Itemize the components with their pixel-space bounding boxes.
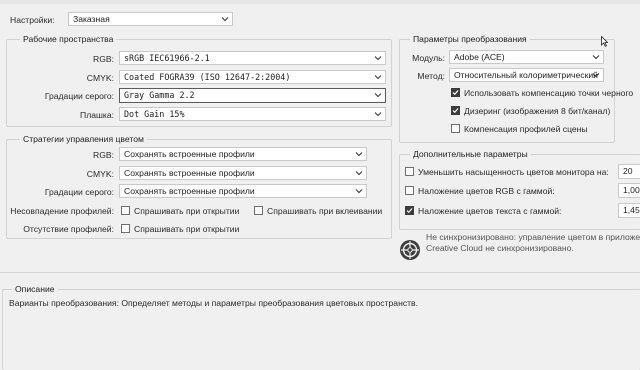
ws-cmyk-value: Coated FOGRA39 (ISO 12647-2:2004) bbox=[124, 72, 291, 82]
pol-cmyk-label: CMYK: bbox=[86, 169, 114, 179]
engine-label: Модуль: bbox=[412, 53, 445, 63]
pol-rgb-value: Сохранять встроенные профили bbox=[124, 149, 255, 159]
desat-checkbox[interactable] bbox=[405, 167, 414, 176]
pol-cmyk-select[interactable]: Сохранять встроенные профили bbox=[119, 166, 367, 180]
chevron-down-icon bbox=[592, 71, 600, 79]
blend-rgb-checkbox[interactable] bbox=[405, 186, 414, 195]
pol-rgb-label: RGB: bbox=[92, 150, 114, 160]
missing-open-label: Спрашивать при открытии bbox=[134, 224, 240, 234]
engine-value: Adobe (ACE) bbox=[454, 52, 505, 62]
chevron-down-icon bbox=[592, 53, 600, 61]
ws-gray-label: Градации серого: bbox=[44, 91, 114, 101]
ws-gray-select[interactable]: Gray Gamma 2.2 bbox=[119, 88, 386, 103]
ws-rgb-value: sRGB IEC61966-2.1 bbox=[124, 53, 210, 63]
chevron-down-icon bbox=[355, 169, 363, 177]
policies-title: Стратегии управления цветом bbox=[20, 134, 147, 144]
description-text: Варианты преобразования: Определяет мето… bbox=[9, 298, 419, 308]
mismatch-label: Несовпадение профилей: bbox=[10, 206, 114, 216]
scene-label: Компенсация профилей сцены bbox=[464, 124, 588, 134]
ws-spot-select[interactable]: Dot Gain 15% bbox=[119, 107, 386, 121]
conversion-title: Параметры преобразования bbox=[410, 34, 530, 44]
bpc-checkbox[interactable] bbox=[451, 88, 460, 97]
desat-input[interactable]: 20 bbox=[618, 164, 640, 179]
mismatch-open-label: Спрашивать при открытии bbox=[134, 206, 240, 216]
pol-cmyk-value: Сохранять встроенные профили bbox=[124, 168, 255, 178]
ws-rgb-label: RGB: bbox=[92, 54, 114, 64]
intent-label: Метод: bbox=[417, 71, 445, 81]
pol-gray-value: Сохранять встроенные профили bbox=[124, 186, 255, 196]
ws-cmyk-label: CMYK: bbox=[86, 73, 114, 83]
mismatch-open-checkbox[interactable] bbox=[121, 206, 130, 215]
intent-select[interactable]: Относительный колориметрический bbox=[449, 68, 604, 82]
chevron-down-icon bbox=[374, 110, 382, 118]
dither-label: Дизеринг (изображения 8 бит/канал) bbox=[464, 106, 611, 116]
sync-status-line2: Creative Cloud не синхронизировано. bbox=[426, 243, 574, 253]
pol-rgb-select[interactable]: Сохранять встроенные профили bbox=[119, 147, 367, 161]
chevron-down-icon bbox=[374, 54, 382, 62]
blend-text-input[interactable]: 1,45 bbox=[618, 203, 640, 218]
mouse-cursor-icon bbox=[601, 35, 609, 49]
scene-checkbox[interactable] bbox=[451, 124, 460, 133]
sync-status-line1: Не синхронизировано: управление цветом в… bbox=[426, 232, 640, 242]
settings-label: Настройки: bbox=[10, 15, 55, 25]
chevron-down-icon bbox=[355, 187, 363, 195]
pol-gray-select[interactable]: Сохранять встроенные профили bbox=[119, 184, 367, 198]
divider bbox=[0, 272, 640, 273]
missing-open-checkbox[interactable] bbox=[121, 224, 130, 233]
mismatch-paste-label: Спрашивать при вклеивании bbox=[267, 206, 383, 216]
intent-value: Относительный колориметрический bbox=[454, 70, 598, 80]
ws-gray-value: Gray Gamma 2.2 bbox=[124, 90, 195, 100]
desat-label: Уменьшить насыщенность цветов монитора н… bbox=[418, 167, 609, 177]
blend-text-checkbox[interactable] bbox=[405, 206, 414, 215]
description-title: Описание bbox=[12, 284, 58, 294]
chevron-down-icon bbox=[374, 91, 382, 99]
ws-spot-value: Dot Gain 15% bbox=[124, 109, 185, 119]
blend-text-label: Наложение цветов текста с гаммой: bbox=[418, 206, 562, 216]
chevron-down-icon bbox=[355, 150, 363, 158]
blend-rgb-label: Наложение цветов RGB с гаммой: bbox=[418, 186, 555, 196]
blend-rgb-input[interactable]: 1,00 bbox=[618, 183, 640, 198]
mismatch-paste-checkbox[interactable] bbox=[254, 206, 263, 215]
settings-select[interactable]: Заказная bbox=[68, 12, 233, 26]
title-bar-edge bbox=[0, 0, 640, 4]
chevron-down-icon bbox=[374, 73, 382, 81]
missing-label: Отсутствие профилей: bbox=[23, 224, 114, 234]
engine-select[interactable]: Adobe (ACE) bbox=[449, 50, 604, 64]
workspaces-title: Рабочие пространства bbox=[20, 34, 117, 44]
ws-spot-label: Плашка: bbox=[80, 110, 114, 120]
settings-select-value: Заказная bbox=[73, 14, 110, 24]
ws-rgb-select[interactable]: sRGB IEC61966-2.1 bbox=[119, 51, 386, 65]
advanced-title: Дополнительные параметры bbox=[410, 149, 531, 159]
chevron-down-icon bbox=[221, 15, 229, 23]
sync-status-icon bbox=[398, 238, 422, 262]
pol-gray-label: Градации серого: bbox=[44, 187, 114, 197]
ws-cmyk-select[interactable]: Coated FOGRA39 (ISO 12647-2:2004) bbox=[119, 70, 386, 84]
dither-checkbox[interactable] bbox=[451, 106, 460, 115]
bpc-label: Использовать компенсацию точки черного bbox=[464, 88, 634, 98]
